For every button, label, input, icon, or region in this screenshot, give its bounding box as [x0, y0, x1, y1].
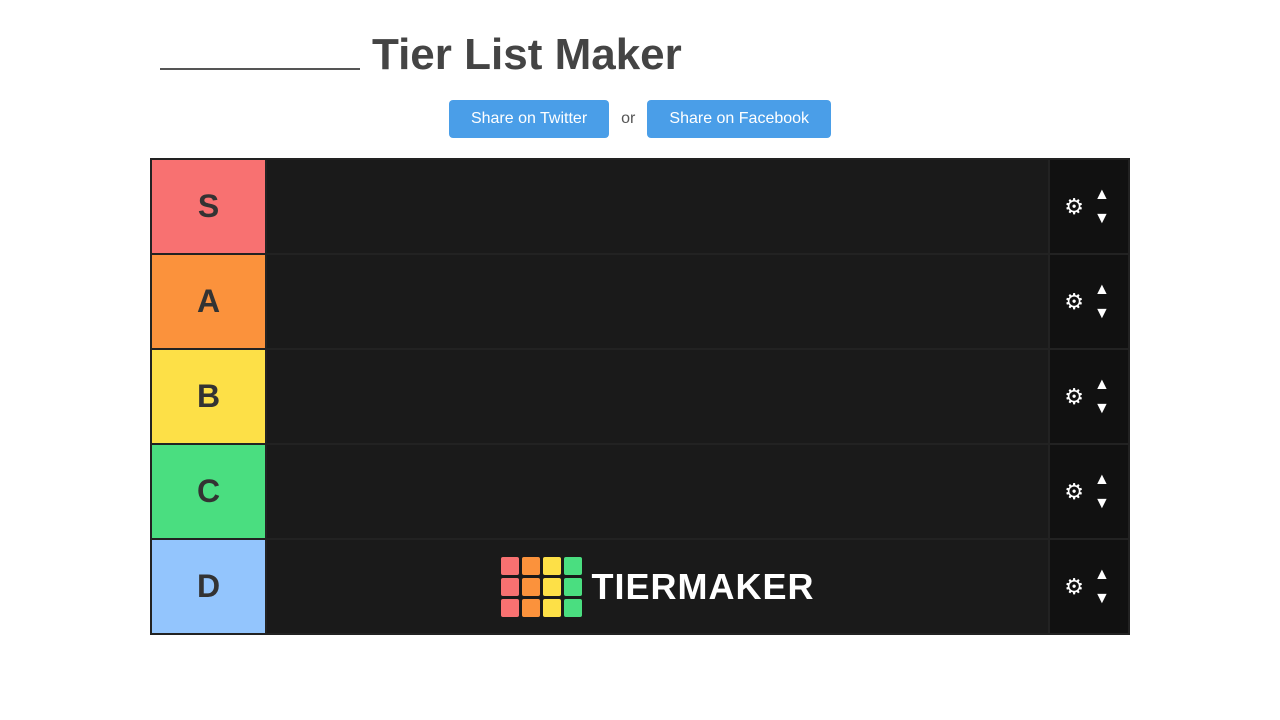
- tier-label-d: D: [152, 540, 267, 633]
- gear-icon[interactable]: ⚙: [1064, 384, 1084, 410]
- move-up-c[interactable]: ▲: [1090, 470, 1114, 490]
- tier-row-a: A⚙▲▼: [152, 255, 1128, 350]
- move-up-d[interactable]: ▲: [1090, 565, 1114, 585]
- gear-icon[interactable]: ⚙: [1064, 574, 1084, 600]
- move-down-b[interactable]: ▼: [1090, 399, 1114, 419]
- tier-row-d: DTiERMAKER⚙▲▼: [152, 540, 1128, 633]
- share-facebook-button[interactable]: Share on Facebook: [647, 100, 831, 138]
- arrow-group-a: ▲▼: [1090, 280, 1114, 324]
- tier-label-a: A: [152, 255, 267, 348]
- arrow-group-c: ▲▼: [1090, 470, 1114, 514]
- move-up-a[interactable]: ▲: [1090, 280, 1114, 300]
- logo-text: TiERMAKER: [592, 566, 815, 608]
- or-separator: or: [621, 110, 635, 128]
- move-down-c[interactable]: ▼: [1090, 494, 1114, 514]
- tier-row-b: B⚙▲▼: [152, 350, 1128, 445]
- move-up-b[interactable]: ▲: [1090, 375, 1114, 395]
- gear-icon[interactable]: ⚙: [1064, 289, 1084, 315]
- move-down-d[interactable]: ▼: [1090, 589, 1114, 609]
- tiermaker-logo: TiERMAKER: [501, 557, 815, 617]
- arrow-group-s: ▲▼: [1090, 185, 1114, 229]
- tier-content-s[interactable]: [267, 160, 1048, 253]
- move-down-a[interactable]: ▼: [1090, 304, 1114, 324]
- tier-controls-a: ⚙▲▼: [1048, 255, 1128, 348]
- tier-row-c: C⚙▲▼: [152, 445, 1128, 540]
- tier-label-c: C: [152, 445, 267, 538]
- tier-content-c[interactable]: [267, 445, 1048, 538]
- tier-content-d[interactable]: TiERMAKER: [267, 540, 1048, 633]
- arrow-group-d: ▲▼: [1090, 565, 1114, 609]
- tier-controls-d: ⚙▲▼: [1048, 540, 1128, 633]
- tier-label-s: S: [152, 160, 267, 253]
- arrow-group-b: ▲▼: [1090, 375, 1114, 419]
- move-up-s[interactable]: ▲: [1090, 185, 1114, 205]
- tier-content-a[interactable]: [267, 255, 1048, 348]
- tier-controls-b: ⚙▲▼: [1048, 350, 1128, 443]
- page-title: Tier List Maker: [372, 30, 682, 80]
- tier-controls-c: ⚙▲▼: [1048, 445, 1128, 538]
- page-header: Tier List Maker: [0, 0, 1280, 90]
- gear-icon[interactable]: ⚙: [1064, 479, 1084, 505]
- tier-list: S⚙▲▼A⚙▲▼B⚙▲▼C⚙▲▼DTiERMAKER⚙▲▼: [150, 158, 1130, 635]
- tier-label-b: B: [152, 350, 267, 443]
- tier-content-b[interactable]: [267, 350, 1048, 443]
- share-twitter-button[interactable]: Share on Twitter: [449, 100, 609, 138]
- header-line: [160, 68, 360, 70]
- gear-icon[interactable]: ⚙: [1064, 194, 1084, 220]
- tier-controls-s: ⚙▲▼: [1048, 160, 1128, 253]
- tier-row-s: S⚙▲▼: [152, 160, 1128, 255]
- share-bar: Share on Twitter or Share on Facebook: [0, 100, 1280, 138]
- move-down-s[interactable]: ▼: [1090, 209, 1114, 229]
